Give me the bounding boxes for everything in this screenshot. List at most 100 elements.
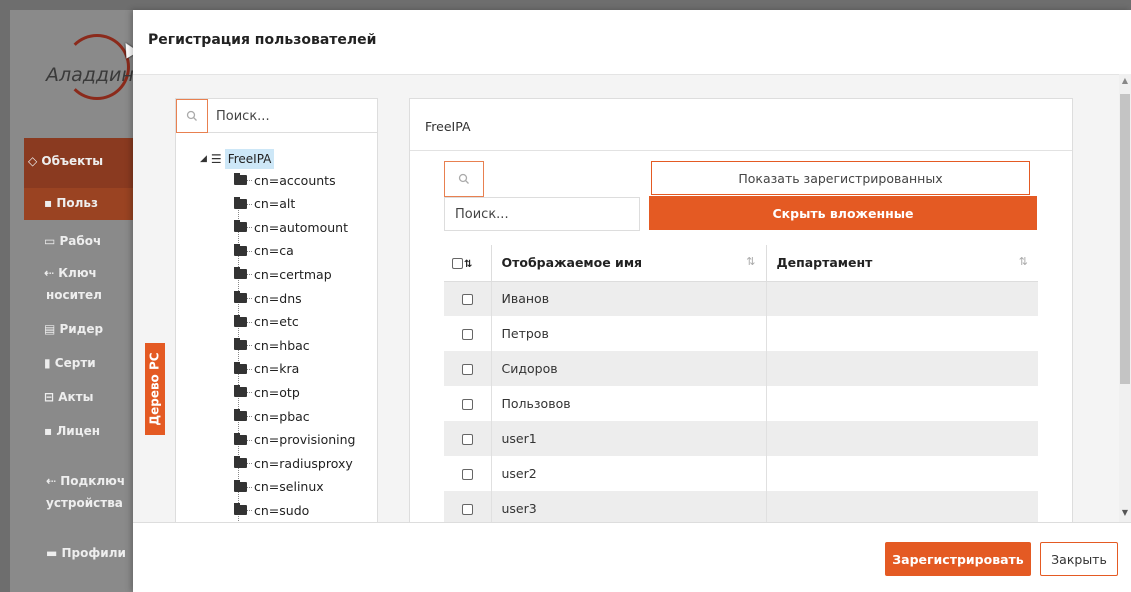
tree-node[interactable]: cn=certmap bbox=[234, 263, 332, 285]
department-cell bbox=[765, 386, 1038, 421]
tree-root-node[interactable]: ◢ ☰ FreeIPA bbox=[200, 149, 275, 169]
usb-icon: ⇠ bbox=[44, 266, 59, 280]
table-row[interactable]: Сидоров bbox=[444, 351, 1038, 386]
users-panel: FreeIPA Показать зарегистрированных Скры… bbox=[409, 98, 1073, 534]
row-select-cell bbox=[444, 316, 491, 351]
department-cell bbox=[765, 491, 1038, 526]
show-registered-button[interactable]: Показать зарегистрированных bbox=[651, 161, 1030, 195]
row-checkbox[interactable] bbox=[461, 469, 473, 480]
folder-icon bbox=[234, 243, 247, 256]
folder-icon bbox=[234, 432, 247, 445]
row-checkbox[interactable] bbox=[461, 399, 473, 410]
tree-node[interactable]: cn=provisioning bbox=[234, 429, 355, 451]
tree-node-label: cn=automount bbox=[254, 219, 348, 235]
tree-node[interactable]: cn=kra bbox=[234, 358, 299, 380]
department-cell bbox=[765, 456, 1038, 491]
folder-icon bbox=[234, 409, 247, 421]
users-icon: ▪ bbox=[44, 424, 57, 438]
tree-panel: ◢ ☰ FreeIPA cn=accounts cn=alt cn=automoun… bbox=[175, 98, 378, 534]
scroll-up-arrow[interactable]: ▲ bbox=[1119, 76, 1131, 86]
diamond-icon: ◇ bbox=[28, 154, 42, 168]
hide-nested-button[interactable]: Скрыть вложенные bbox=[649, 196, 1037, 230]
folder-icon bbox=[234, 267, 247, 280]
row-checkbox[interactable] bbox=[461, 504, 473, 515]
column-header-department[interactable]: Департамент ⇅ bbox=[765, 245, 1038, 282]
select-all-checkbox[interactable] bbox=[452, 258, 463, 270]
tree-node[interactable]: cn=automount bbox=[234, 216, 348, 238]
tree-node-label: cn=sudo bbox=[254, 502, 310, 518]
table-row[interactable]: user2 bbox=[444, 456, 1038, 491]
dialog-title: Регистрация пользователей bbox=[148, 32, 377, 48]
tree-node-label: cn=otp bbox=[254, 384, 300, 400]
bg-nav-keys-2: носител bbox=[46, 288, 102, 302]
folder-icon bbox=[234, 173, 247, 185]
folder-icon bbox=[234, 456, 247, 469]
bg-nav-devices-2: устройства bbox=[46, 496, 123, 510]
folder-icon bbox=[234, 220, 247, 233]
tree-node[interactable]: cn=accounts bbox=[234, 169, 336, 191]
tree-root-label: FreeIPA bbox=[224, 149, 275, 169]
table-row[interactable]: Иванов bbox=[444, 281, 1038, 316]
tree-node-label: cn=hbac bbox=[254, 337, 310, 353]
file-icon: ▮ bbox=[44, 356, 55, 370]
search-icon[interactable] bbox=[444, 161, 484, 197]
select-all-header[interactable]: ⇅ bbox=[444, 245, 491, 282]
sort-icon[interactable]: ⇅ bbox=[1019, 255, 1028, 268]
bg-nav-certs: ▮ Серти bbox=[44, 356, 96, 370]
tree-node-label: cn=dns bbox=[254, 290, 302, 306]
user-name-cell: Сидоров bbox=[490, 351, 766, 386]
folder-icon bbox=[234, 385, 247, 398]
department-cell bbox=[765, 281, 1038, 316]
logo: Аладдин bbox=[46, 64, 134, 86]
bg-nav-profiles: ▬ Профили bbox=[46, 546, 126, 560]
row-checkbox[interactable] bbox=[461, 329, 473, 340]
close-button[interactable]: Закрыть bbox=[1040, 542, 1118, 576]
tree-toggle-tab[interactable]: Дерево PC bbox=[145, 343, 165, 435]
search-icon[interactable] bbox=[176, 99, 208, 133]
table-row[interactable]: Пользовов bbox=[444, 386, 1038, 421]
tree-node[interactable]: cn=hbac bbox=[234, 334, 310, 356]
bg-nav-keys: ⇠ Ключ bbox=[44, 266, 97, 280]
column-header-name[interactable]: Отображаемое имя ⇅ bbox=[490, 245, 766, 282]
sort-icon[interactable]: ⇅ bbox=[464, 259, 472, 270]
vertical-scrollbar[interactable]: ▲ ▼ bbox=[1119, 74, 1131, 522]
tree-node[interactable]: cn=dns bbox=[234, 287, 302, 309]
users-search-input[interactable] bbox=[444, 197, 640, 231]
tree-node[interactable]: cn=sudo bbox=[234, 499, 309, 521]
row-checkbox[interactable] bbox=[461, 294, 473, 306]
users-table-body: Иванов Петров Сидоров Пользовов user1 user2 us… bbox=[444, 281, 1038, 526]
folder-icon bbox=[234, 338, 247, 351]
tree-node[interactable]: cn=ca bbox=[234, 240, 294, 262]
tree-node[interactable]: cn=alt bbox=[234, 193, 295, 215]
tree-node-label: cn=provisioning bbox=[254, 432, 356, 448]
bg-nav-acts: ⊟ Акты bbox=[44, 390, 94, 404]
panel-header-label: FreeIPA bbox=[425, 119, 471, 134]
bg-nav-objects: ◇ Объекты bbox=[28, 154, 104, 168]
tree-node[interactable]: cn=etc bbox=[234, 311, 299, 333]
scroll-thumb[interactable] bbox=[1120, 94, 1130, 384]
tree-node[interactable]: cn=otp bbox=[234, 381, 300, 403]
row-checkbox[interactable] bbox=[461, 434, 473, 445]
tree-node-label: cn=radiusproxy bbox=[254, 455, 353, 471]
sort-icon[interactable]: ⇅ bbox=[746, 255, 755, 268]
tree-node[interactable]: cn=selinux bbox=[234, 476, 324, 498]
bg-nav-users: ▪ Польз bbox=[44, 196, 98, 210]
collapse-icon[interactable]: ◢ bbox=[200, 154, 207, 164]
row-checkbox[interactable] bbox=[461, 364, 473, 375]
user-name-cell: user2 bbox=[490, 456, 766, 491]
table-row[interactable]: Петров bbox=[444, 316, 1038, 351]
tree-search-input[interactable] bbox=[216, 103, 366, 129]
scroll-down-arrow[interactable]: ▼ bbox=[1119, 508, 1131, 518]
tree-node-label: cn=etc bbox=[254, 314, 299, 330]
tree-node-label: cn=ca bbox=[254, 243, 294, 259]
table-row[interactable]: user1 bbox=[444, 421, 1038, 456]
tree-node[interactable]: cn=radiusproxy bbox=[234, 452, 353, 474]
dialog-body: Дерево PC ◢ ☰ FreeIPA cn=accounts cn=alt c… bbox=[133, 74, 1119, 534]
users-icon: ▪ bbox=[44, 196, 57, 210]
tree-node-label: cn=pbac bbox=[254, 408, 310, 424]
table-row[interactable]: user3 bbox=[444, 491, 1038, 526]
tree-search bbox=[176, 99, 377, 133]
register-button[interactable]: Зарегистрировать bbox=[885, 542, 1031, 576]
server-icon: ☰ bbox=[210, 152, 222, 166]
tree-node[interactable]: cn=pbac bbox=[234, 405, 310, 427]
